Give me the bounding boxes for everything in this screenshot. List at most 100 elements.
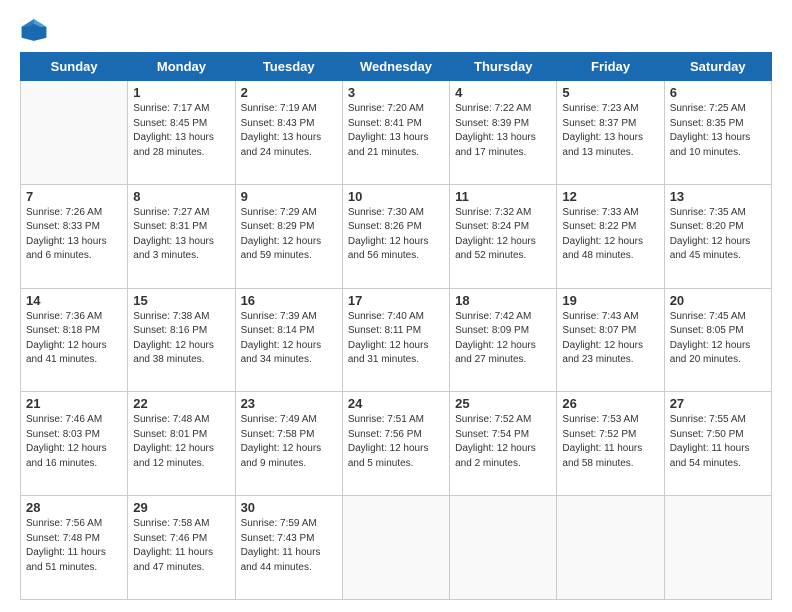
calendar-cell: 2 Sunrise: 7:19 AMSunset: 8:43 PMDaylight… bbox=[235, 81, 342, 185]
day-info: Sunrise: 7:25 AMSunset: 8:35 PMDaylight:… bbox=[670, 102, 766, 160]
day-number: 18 bbox=[455, 293, 551, 308]
calendar-cell: 15 Sunrise: 7:38 AMSunset: 8:16 PMDayligh… bbox=[128, 288, 235, 392]
day-number: 9 bbox=[241, 189, 337, 204]
logo bbox=[20, 16, 52, 44]
calendar-week-3: 14Sunrise: 7:36 AMSunset: 8:18 PMDayligh… bbox=[21, 288, 772, 392]
day-number: 7 bbox=[26, 189, 122, 204]
calendar-cell bbox=[342, 496, 449, 600]
day-header-saturday: Saturday bbox=[664, 53, 771, 81]
day-number: 20 bbox=[670, 293, 766, 308]
day-info: Sunrise: 7:20 AMSunset: 8:41 PMDaylight:… bbox=[348, 102, 444, 160]
day-number: 16 bbox=[241, 293, 337, 308]
calendar-cell: 10Sunrise: 7:30 AMSunset: 8:26 PMDayligh… bbox=[342, 184, 449, 288]
day-number: 12 bbox=[562, 189, 658, 204]
day-number: 28 bbox=[26, 500, 122, 515]
day-header-tuesday: Tuesday bbox=[235, 53, 342, 81]
day-header-wednesday: Wednesday bbox=[342, 53, 449, 81]
day-info: Sunrise: 7:59 AMSunset: 7:43 PMDaylight:… bbox=[241, 517, 337, 575]
day-info: Sunrise: 7:29 AMSunset: 8:29 PMDaylight:… bbox=[241, 206, 337, 264]
calendar-cell bbox=[450, 496, 557, 600]
calendar-cell: 20 Sunrise: 7:45 AMSunset: 8:05 PMDayligh… bbox=[664, 288, 771, 392]
calendar-cell: 27 Sunrise: 7:55 AMSunset: 7:50 PMDayligh… bbox=[664, 392, 771, 496]
calendar-cell: 16 Sunrise: 7:39 AMSunset: 8:14 PMDayligh… bbox=[235, 288, 342, 392]
day-info: Sunrise: 7:40 AMSunset: 8:11 PMDaylight:… bbox=[348, 310, 444, 368]
day-number: 17 bbox=[348, 293, 444, 308]
calendar-cell: 3 Sunrise: 7:20 AMSunset: 8:41 PMDaylight… bbox=[342, 81, 449, 185]
calendar-cell: 21Sunrise: 7:46 AMSunset: 8:03 PMDayligh… bbox=[21, 392, 128, 496]
calendar-week-4: 21Sunrise: 7:46 AMSunset: 8:03 PMDayligh… bbox=[21, 392, 772, 496]
page: SundayMondayTuesdayWednesdayThursdayFrid… bbox=[0, 0, 792, 612]
day-info: Sunrise: 7:23 AMSunset: 8:37 PMDaylight:… bbox=[562, 102, 658, 160]
day-info: Sunrise: 7:22 AMSunset: 8:39 PMDaylight:… bbox=[455, 102, 551, 160]
day-info: Sunrise: 7:56 AMSunset: 7:48 PMDaylight:… bbox=[26, 517, 122, 575]
day-info: Sunrise: 7:51 AMSunset: 7:56 PMDaylight:… bbox=[348, 413, 444, 471]
calendar-table: SundayMondayTuesdayWednesdayThursdayFrid… bbox=[20, 52, 772, 600]
day-info: Sunrise: 7:58 AMSunset: 7:46 PMDaylight:… bbox=[133, 517, 229, 575]
day-info: Sunrise: 7:36 AMSunset: 8:18 PMDaylight:… bbox=[26, 310, 122, 368]
day-info: Sunrise: 7:35 AMSunset: 8:20 PMDaylight:… bbox=[670, 206, 766, 264]
day-info: Sunrise: 7:39 AMSunset: 8:14 PMDaylight:… bbox=[241, 310, 337, 368]
calendar-cell: 29 Sunrise: 7:58 AMSunset: 7:46 PMDayligh… bbox=[128, 496, 235, 600]
day-info: Sunrise: 7:42 AMSunset: 8:09 PMDaylight:… bbox=[455, 310, 551, 368]
day-number: 29 bbox=[133, 500, 229, 515]
day-header-thursday: Thursday bbox=[450, 53, 557, 81]
calendar-cell: 25 Sunrise: 7:52 AMSunset: 7:54 PMDayligh… bbox=[450, 392, 557, 496]
calendar-cell: 17 Sunrise: 7:40 AMSunset: 8:11 PMDayligh… bbox=[342, 288, 449, 392]
day-header-monday: Monday bbox=[128, 53, 235, 81]
day-number: 26 bbox=[562, 396, 658, 411]
calendar-cell bbox=[557, 496, 664, 600]
day-number: 8 bbox=[133, 189, 229, 204]
day-number: 2 bbox=[241, 85, 337, 100]
day-number: 13 bbox=[670, 189, 766, 204]
day-info: Sunrise: 7:30 AMSunset: 8:26 PMDaylight:… bbox=[348, 206, 444, 264]
day-info: Sunrise: 7:52 AMSunset: 7:54 PMDaylight:… bbox=[455, 413, 551, 471]
day-header-sunday: Sunday bbox=[21, 53, 128, 81]
day-info: Sunrise: 7:43 AMSunset: 8:07 PMDaylight:… bbox=[562, 310, 658, 368]
calendar-cell: 26 Sunrise: 7:53 AMSunset: 7:52 PMDayligh… bbox=[557, 392, 664, 496]
day-number: 27 bbox=[670, 396, 766, 411]
calendar-cell: 13 Sunrise: 7:35 AMSunset: 8:20 PMDayligh… bbox=[664, 184, 771, 288]
day-number: 23 bbox=[241, 396, 337, 411]
day-number: 30 bbox=[241, 500, 337, 515]
day-info: Sunrise: 7:49 AMSunset: 7:58 PMDaylight:… bbox=[241, 413, 337, 471]
calendar-header: SundayMondayTuesdayWednesdayThursdayFrid… bbox=[21, 53, 772, 81]
calendar-cell: 5Sunrise: 7:23 AMSunset: 8:37 PMDaylight… bbox=[557, 81, 664, 185]
calendar-cell: 4Sunrise: 7:22 AMSunset: 8:39 PMDaylight… bbox=[450, 81, 557, 185]
day-info: Sunrise: 7:27 AMSunset: 8:31 PMDaylight:… bbox=[133, 206, 229, 264]
day-number: 25 bbox=[455, 396, 551, 411]
calendar-body: 1 Sunrise: 7:17 AMSunset: 8:45 PMDaylight… bbox=[21, 81, 772, 600]
calendar-week-5: 28 Sunrise: 7:56 AMSunset: 7:48 PMDayligh… bbox=[21, 496, 772, 600]
calendar-cell: 19Sunrise: 7:43 AMSunset: 8:07 PMDayligh… bbox=[557, 288, 664, 392]
day-number: 1 bbox=[133, 85, 229, 100]
calendar-cell: 28 Sunrise: 7:56 AMSunset: 7:48 PMDayligh… bbox=[21, 496, 128, 600]
day-info: Sunrise: 7:38 AMSunset: 8:16 PMDaylight:… bbox=[133, 310, 229, 368]
day-info: Sunrise: 7:19 AMSunset: 8:43 PMDaylight:… bbox=[241, 102, 337, 160]
calendar-cell: 1 Sunrise: 7:17 AMSunset: 8:45 PMDaylight… bbox=[128, 81, 235, 185]
day-info: Sunrise: 7:45 AMSunset: 8:05 PMDaylight:… bbox=[670, 310, 766, 368]
calendar-cell: 12 Sunrise: 7:33 AMSunset: 8:22 PMDayligh… bbox=[557, 184, 664, 288]
day-number: 3 bbox=[348, 85, 444, 100]
day-info: Sunrise: 7:32 AMSunset: 8:24 PMDaylight:… bbox=[455, 206, 551, 264]
day-number: 15 bbox=[133, 293, 229, 308]
days-of-week-row: SundayMondayTuesdayWednesdayThursdayFrid… bbox=[21, 53, 772, 81]
calendar-week-2: 7 Sunrise: 7:26 AMSunset: 8:33 PMDaylight… bbox=[21, 184, 772, 288]
calendar-cell: 18 Sunrise: 7:42 AMSunset: 8:09 PMDayligh… bbox=[450, 288, 557, 392]
day-info: Sunrise: 7:17 AMSunset: 8:45 PMDaylight:… bbox=[133, 102, 229, 160]
day-info: Sunrise: 7:55 AMSunset: 7:50 PMDaylight:… bbox=[670, 413, 766, 471]
calendar-cell: 9 Sunrise: 7:29 AMSunset: 8:29 PMDaylight… bbox=[235, 184, 342, 288]
calendar-cell: 24 Sunrise: 7:51 AMSunset: 7:56 PMDayligh… bbox=[342, 392, 449, 496]
calendar-week-1: 1 Sunrise: 7:17 AMSunset: 8:45 PMDaylight… bbox=[21, 81, 772, 185]
calendar-cell: 11 Sunrise: 7:32 AMSunset: 8:24 PMDayligh… bbox=[450, 184, 557, 288]
day-number: 24 bbox=[348, 396, 444, 411]
calendar-cell: 23 Sunrise: 7:49 AMSunset: 7:58 PMDayligh… bbox=[235, 392, 342, 496]
day-info: Sunrise: 7:53 AMSunset: 7:52 PMDaylight:… bbox=[562, 413, 658, 471]
day-info: Sunrise: 7:48 AMSunset: 8:01 PMDaylight:… bbox=[133, 413, 229, 471]
calendar-cell: 30 Sunrise: 7:59 AMSunset: 7:43 PMDayligh… bbox=[235, 496, 342, 600]
day-info: Sunrise: 7:33 AMSunset: 8:22 PMDaylight:… bbox=[562, 206, 658, 264]
day-number: 21 bbox=[26, 396, 122, 411]
day-header-friday: Friday bbox=[557, 53, 664, 81]
calendar-cell: 14Sunrise: 7:36 AMSunset: 8:18 PMDayligh… bbox=[21, 288, 128, 392]
day-info: Sunrise: 7:26 AMSunset: 8:33 PMDaylight:… bbox=[26, 206, 122, 264]
day-number: 11 bbox=[455, 189, 551, 204]
calendar-cell: 22Sunrise: 7:48 AMSunset: 8:01 PMDayligh… bbox=[128, 392, 235, 496]
